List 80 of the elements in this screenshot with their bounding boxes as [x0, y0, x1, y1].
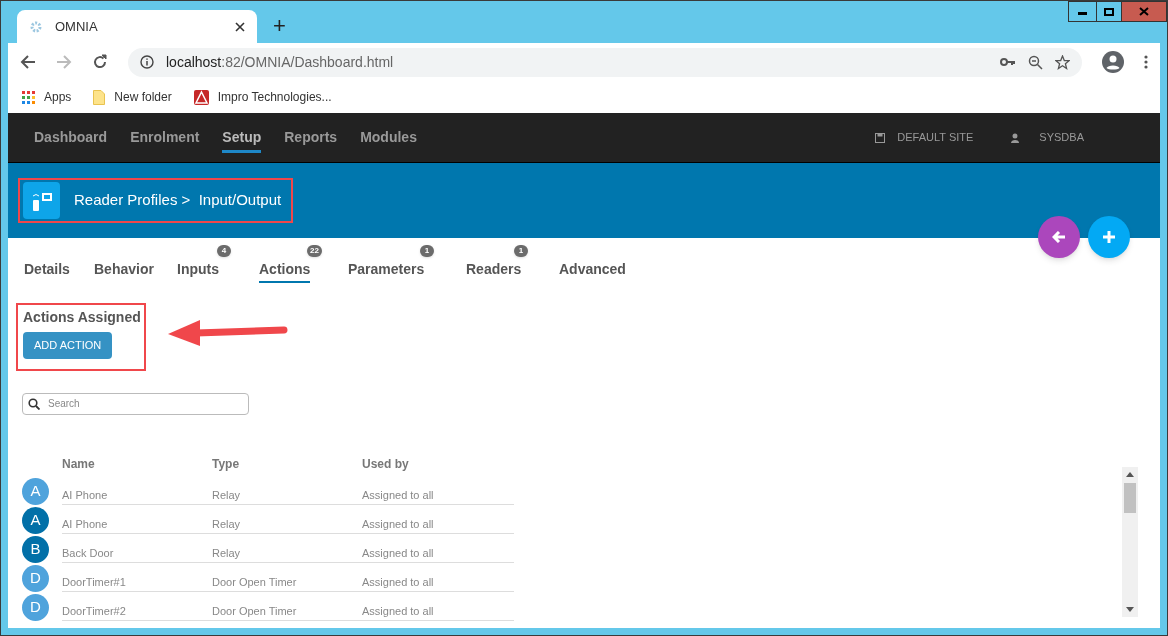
apps-icon [22, 90, 35, 104]
table-cell-text: Assigned to all [362, 603, 435, 619]
tab-title: OMNIA [55, 17, 99, 36]
search-input: Search [48, 396, 243, 411]
count-badge: 22 [307, 245, 322, 257]
nav-item[interactable]: Modules [360, 127, 417, 153]
scroll-down-icon[interactable] [1126, 606, 1134, 613]
column-header: Name [62, 455, 96, 473]
nav-item[interactable]: Enrolment [130, 127, 200, 153]
user-icon [1011, 132, 1020, 143]
search-icon [28, 397, 40, 410]
account-icon[interactable] [1102, 51, 1124, 73]
nav-item[interactable]: Setup [222, 127, 262, 153]
nav-item[interactable]: Reports [284, 127, 338, 153]
tab[interactable]: Behavior [94, 259, 154, 283]
save-icon [875, 132, 886, 143]
tab[interactable]: Details [24, 259, 70, 283]
new-tab-button[interactable]: + [273, 15, 286, 37]
avatar-initial: D [22, 593, 49, 621]
section-title: Actions Assigned [23, 308, 139, 327]
zoom-out-icon[interactable] [1028, 54, 1043, 70]
tab[interactable]: Inputs [177, 259, 219, 283]
browser-tab[interactable]: OMNIA [17, 10, 257, 43]
table-cell-text: DoorTimer#2 [62, 603, 127, 619]
close-icon[interactable] [235, 21, 245, 32]
column-header: Type [212, 455, 241, 473]
table-cell-text: Assigned to all [362, 487, 435, 503]
add-button[interactable] [1088, 216, 1130, 258]
back-button[interactable] [1038, 216, 1080, 258]
breadcrumb: Reader Profiles > Input/Output [74, 190, 282, 211]
bookmark-link[interactable]: Apps [44, 88, 72, 106]
back-icon[interactable] [20, 54, 36, 70]
table-cell-text: Assigned to all [362, 516, 435, 532]
plus-icon[interactable] [1103, 231, 1115, 243]
table-cell-text: Door Open Timer [212, 574, 298, 590]
table-cell-text: DoorTimer#1 [62, 574, 127, 590]
tab[interactable]: Parameters [348, 259, 425, 283]
avatar-initial: A [22, 506, 49, 534]
folder-icon [93, 89, 106, 105]
table-cell-text: Door Open Timer [212, 603, 298, 619]
table-cell-text: AI Phone [62, 487, 109, 503]
maximize-button[interactable] [1097, 1, 1122, 22]
count-badge: 1 [514, 245, 528, 257]
table-cell-text: Relay [212, 516, 242, 532]
table-cell-text: Back Door [62, 545, 115, 561]
tab[interactable]: Advanced [559, 259, 626, 283]
url-text: localhost:82/OMNIA/Dashboard.html [166, 52, 395, 72]
scroll-up-icon[interactable] [1126, 470, 1134, 477]
bookmark-link[interactable]: New folder [114, 88, 172, 106]
avatar-initial: D [22, 564, 49, 592]
count-badge: 4 [217, 245, 231, 257]
scrollbar-thumb[interactable] [1124, 482, 1136, 513]
table-cell-text: Assigned to all [362, 574, 435, 590]
close-window-button[interactable] [1122, 1, 1167, 22]
site-label[interactable]: DEFAULT SITE [897, 129, 974, 146]
scrollbar[interactable] [1122, 466, 1138, 617]
table-cell-text: Relay [212, 487, 242, 503]
bookmark-link[interactable]: Impro Technologies... [217, 88, 332, 106]
avatar-initial: B [22, 535, 49, 563]
site-logo-icon [193, 89, 209, 105]
reader-profile-icon [23, 182, 60, 219]
user-label[interactable]: SYSDBA [1039, 129, 1084, 146]
table-cell-text: Relay [212, 545, 242, 561]
table-cell-text: AI Phone [62, 516, 109, 532]
star-icon[interactable] [1055, 54, 1070, 70]
count-badge: 1 [420, 245, 434, 257]
table-cell-text: Assigned to all [362, 545, 435, 561]
arrow-left-icon[interactable] [1052, 231, 1066, 243]
minimize-button[interactable] [1068, 1, 1097, 22]
column-header: Used by [362, 455, 410, 473]
tab[interactable]: Readers [466, 259, 522, 283]
nav-item[interactable]: Dashboard [34, 127, 108, 153]
address-field[interactable]: localhost:82/OMNIA/Dashboard.html [128, 47, 1082, 77]
tab[interactable]: Actions [259, 259, 311, 283]
key-icon[interactable] [1000, 57, 1016, 67]
avatar-initial: A [22, 477, 49, 505]
search-field[interactable]: Search [22, 392, 249, 415]
info-icon [140, 55, 154, 69]
reload-icon[interactable] [92, 54, 108, 70]
menu-icon[interactable] [1144, 55, 1148, 69]
